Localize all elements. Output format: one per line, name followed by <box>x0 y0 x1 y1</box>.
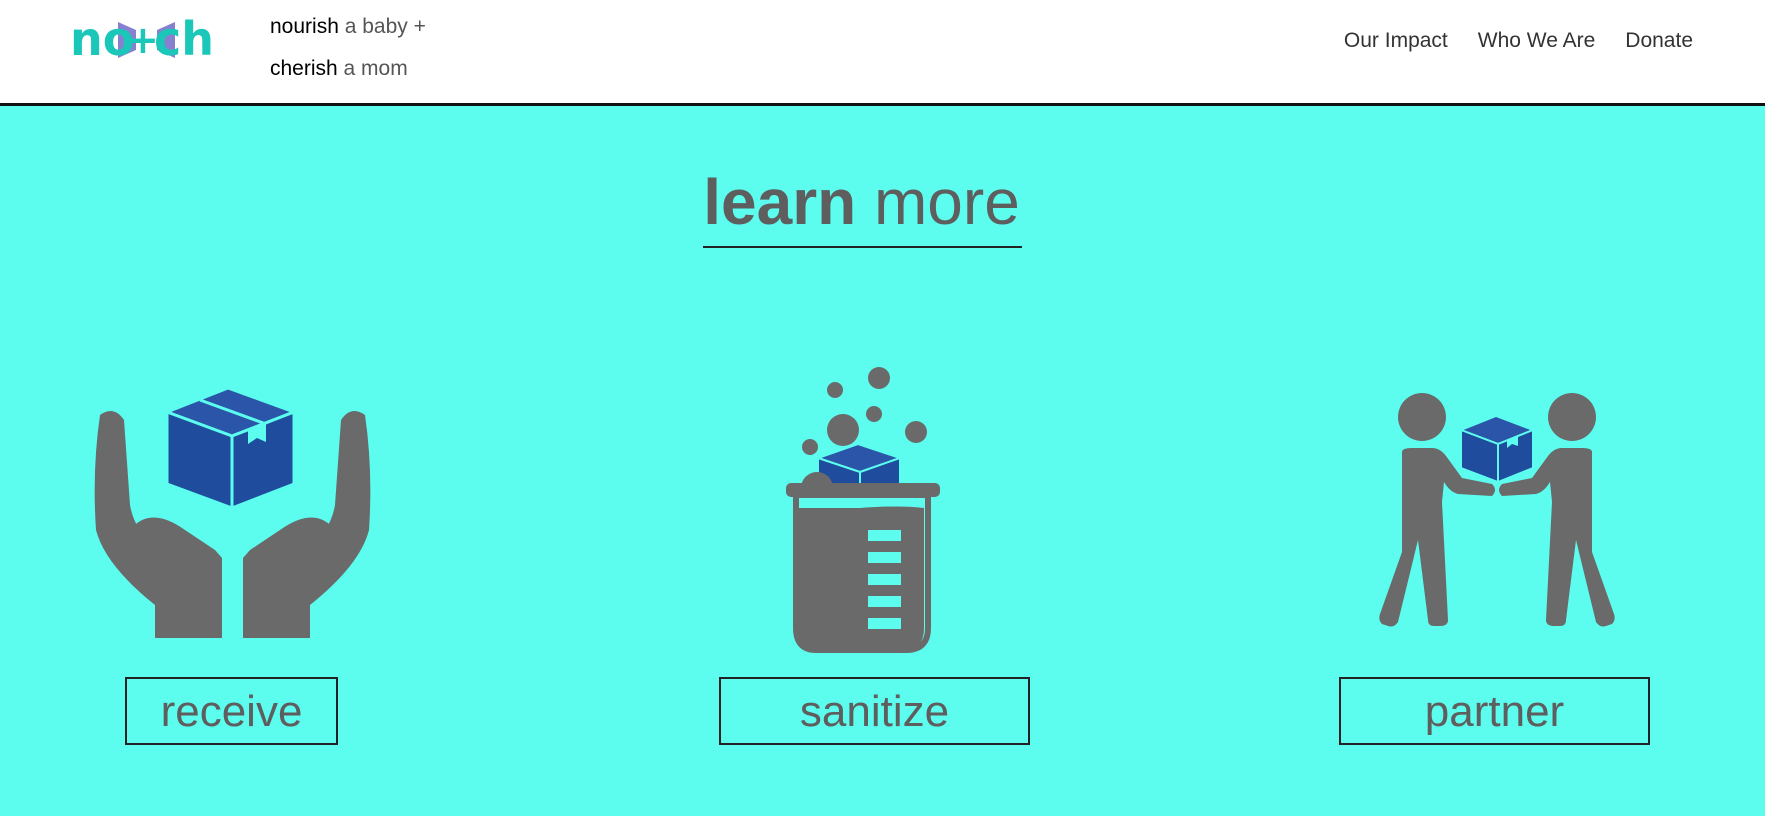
tagline: nourish a baby + cherish a mom <box>270 6 426 90</box>
section-title-bold: learn <box>703 166 857 238</box>
beaker-sanitize-icon <box>786 367 940 653</box>
box-icon <box>162 386 299 511</box>
section-title: learn more <box>0 162 1725 248</box>
receive-button[interactable]: receive <box>125 677 338 745</box>
main-nav: Our Impact Who We Are Donate <box>1344 29 1693 53</box>
tagline-rest-2: a mom <box>337 57 408 80</box>
logo-letters-no: no <box>70 12 134 66</box>
tagline-rest-1: a baby + <box>338 15 426 38</box>
tagline-word-nourish: nourish <box>270 15 339 38</box>
notch-logo[interactable]: no + ch <box>70 8 220 70</box>
section-title-text: learn more <box>703 162 1022 248</box>
nav-who-we-are[interactable]: Who We Are <box>1478 29 1596 53</box>
logo-letters-ch: ch <box>154 12 214 66</box>
section-title-rest: more <box>856 166 1020 238</box>
box-icon <box>1458 414 1536 484</box>
hands-receiving-box-icon <box>94 386 371 638</box>
tagline-line-2: cherish a mom <box>270 48 426 90</box>
nav-our-impact[interactable]: Our Impact <box>1344 29 1448 53</box>
sanitize-button[interactable]: sanitize <box>719 677 1030 745</box>
partner-button[interactable]: partner <box>1339 677 1650 745</box>
people-handing-box-icon <box>1379 393 1615 627</box>
tagline-word-cherish: cherish <box>270 57 338 80</box>
nav-donate[interactable]: Donate <box>1625 29 1693 53</box>
tagline-line-1: nourish a baby + <box>270 6 426 48</box>
site-header: no + ch nourish a baby + cherish a mom O… <box>0 0 1765 106</box>
